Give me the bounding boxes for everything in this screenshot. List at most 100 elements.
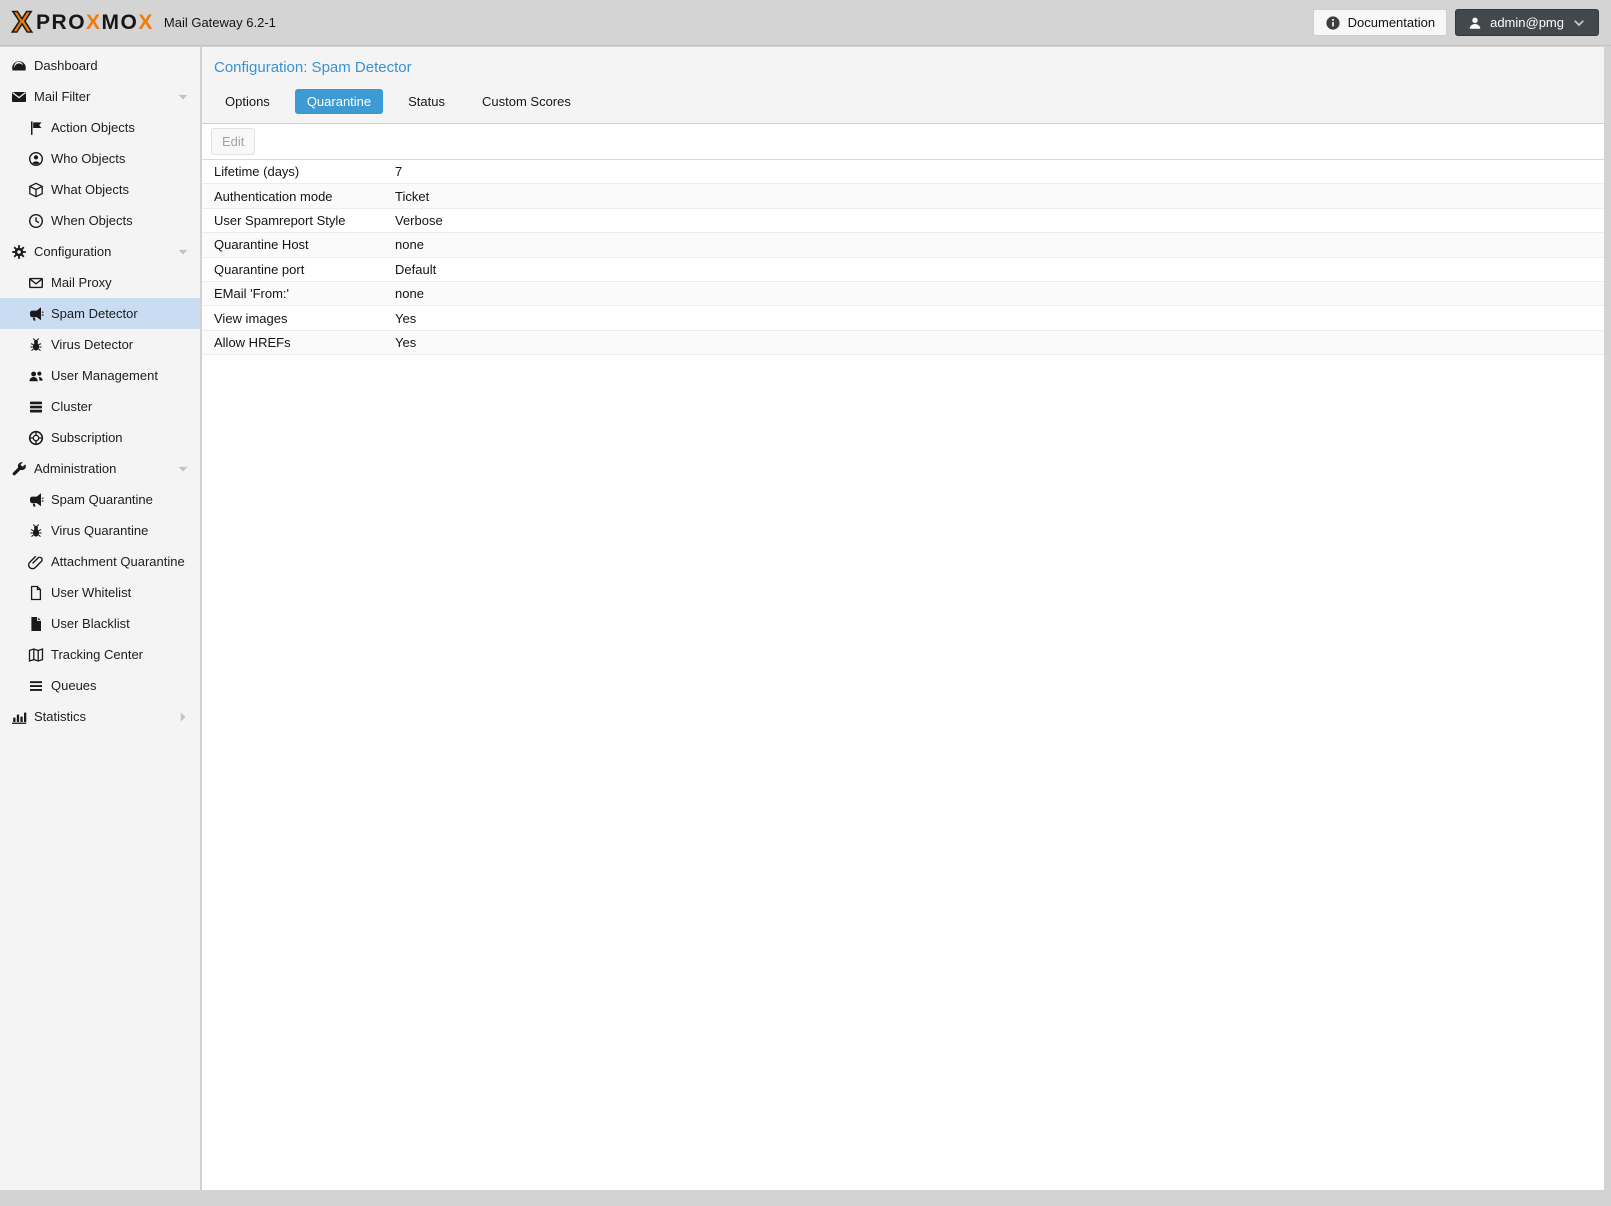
table-row[interactable]: EMail 'From:' none	[202, 281, 1604, 307]
sidebar-item-who-objects[interactable]: Who Objects	[0, 143, 200, 174]
bar-chart-icon	[11, 709, 27, 725]
sidebar-item-attachment-quarantine[interactable]: Attachment Quarantine	[0, 546, 200, 577]
dashboard-icon	[11, 58, 27, 74]
sidebar-item-cluster[interactable]: Cluster	[0, 391, 200, 422]
documentation-button[interactable]: Documentation	[1312, 9, 1448, 36]
sidebar-item-user-whitelist[interactable]: User Whitelist	[0, 577, 200, 608]
table-row[interactable]: Quarantine port Default	[202, 258, 1604, 282]
sidebar-item-spam-quarantine[interactable]: Spam Quarantine	[0, 484, 200, 515]
table-row[interactable]: Allow HREFs Yes	[202, 330, 1604, 356]
sidebar-item-label: What Objects	[51, 182, 130, 197]
sidebar-item-administration[interactable]: Administration	[0, 453, 200, 484]
sidebar-item-configuration[interactable]: Configuration	[0, 236, 200, 267]
sidebar-item-label: Cluster	[51, 399, 93, 414]
life-ring-icon	[28, 430, 44, 446]
collapse-arrow-icon[interactable]	[176, 245, 190, 259]
sidebar-item-label: Mail Proxy	[51, 275, 112, 290]
flag-icon	[28, 120, 44, 136]
bars-icon	[28, 678, 44, 694]
chevron-down-icon	[1571, 15, 1587, 31]
proxmox-wordmark: PROXMOX	[36, 11, 154, 35]
bullhorn-icon	[28, 306, 44, 322]
proxmox-x-icon: X	[11, 5, 33, 39]
sidebar-item-label: Who Objects	[51, 151, 126, 166]
expand-arrow-icon[interactable]	[176, 710, 190, 724]
setting-value: none	[395, 286, 424, 302]
user-menu-label: admin@pmg	[1490, 15, 1564, 30]
sidebar-item-label: Queues	[51, 678, 97, 693]
topbar-actions: Documentation admin@pmg	[1312, 9, 1599, 36]
envelope-outline-icon	[28, 275, 44, 291]
paperclip-icon	[28, 554, 44, 570]
tab-options[interactable]: Options	[213, 89, 282, 114]
wordmark-part: PRO	[36, 10, 87, 34]
file-outline-icon	[28, 585, 44, 601]
setting-label: View images	[214, 310, 288, 326]
tab-status[interactable]: Status	[396, 89, 457, 114]
sidebar-item-label: Dashboard	[34, 58, 98, 73]
collapse-arrow-icon[interactable]	[176, 462, 190, 476]
user-menu-button[interactable]: admin@pmg	[1455, 9, 1599, 36]
setting-label: Lifetime (days)	[214, 164, 300, 180]
sidebar-item-queues[interactable]: Queues	[0, 670, 200, 701]
table-row[interactable]: User Spamreport Style Verbose	[202, 209, 1604, 234]
map-icon	[28, 647, 44, 663]
sidebar-item-tracking-center[interactable]: Tracking Center	[0, 639, 200, 670]
top-bar: X PROXMOX Mail Gateway 6.2-1 Documentati…	[0, 0, 1611, 46]
table-row[interactable]: View images Yes	[202, 306, 1604, 331]
bullhorn-icon	[28, 492, 44, 508]
sidebar-item-label: User Blacklist	[51, 616, 130, 631]
collapse-arrow-icon[interactable]	[176, 90, 190, 104]
sidebar-item-user-blacklist[interactable]: User Blacklist	[0, 608, 200, 639]
sidebar-item-when-objects[interactable]: When Objects	[0, 205, 200, 236]
sidebar-item-dashboard[interactable]: Dashboard	[0, 50, 200, 81]
toolbar: Edit	[202, 124, 1604, 160]
sidebar-item-label: Action Objects	[51, 120, 135, 135]
sidebar-item-mail-proxy[interactable]: Mail Proxy	[0, 267, 200, 298]
product-version-label: Mail Gateway 6.2-1	[163, 15, 276, 30]
content-panel: Configuration: Spam Detector Options Qua…	[202, 47, 1604, 1190]
sidebar-item-statistics[interactable]: Statistics	[0, 701, 200, 732]
envelope-icon	[11, 89, 27, 105]
sidebar-item-user-management[interactable]: User Management	[0, 360, 200, 391]
sidebar-item-action-objects[interactable]: Action Objects	[0, 112, 200, 143]
sidebar-item-label: User Management	[51, 368, 158, 383]
sidebar-item-label: When Objects	[51, 213, 133, 228]
sidebar-item-label: Mail Filter	[34, 89, 91, 104]
sidebar-item-label: Administration	[34, 461, 117, 476]
user-icon	[1467, 15, 1483, 31]
sidebar-item-mail-filter[interactable]: Mail Filter	[0, 81, 200, 112]
sidebar-item-label: User Whitelist	[51, 585, 132, 600]
cube-icon	[28, 182, 44, 198]
sidebar-nav: Dashboard Mail Filter Action Objects Who…	[0, 47, 201, 1190]
sidebar-item-virus-detector[interactable]: Virus Detector	[0, 329, 200, 360]
tab-custom-scores[interactable]: Custom Scores	[470, 89, 583, 114]
sidebar-item-label: Virus Quarantine	[51, 523, 149, 538]
sidebar-item-spam-detector[interactable]: Spam Detector	[0, 298, 200, 329]
setting-label: EMail 'From:'	[214, 286, 290, 302]
setting-value: none	[395, 237, 424, 253]
wordmark-part: X	[86, 10, 102, 34]
page-title: Configuration: Spam Detector	[214, 59, 412, 76]
wrench-icon	[11, 461, 27, 477]
sidebar-item-subscription[interactable]: Subscription	[0, 422, 200, 453]
users-icon	[28, 368, 44, 384]
sidebar-item-label: Attachment Quarantine	[51, 554, 185, 569]
tab-bar: Options Quarantine Status Custom Scores	[213, 89, 1593, 114]
setting-label: Quarantine Host	[214, 237, 309, 253]
table-row[interactable]: Authentication mode Ticket	[202, 184, 1604, 209]
sidebar-item-label: Tracking Center	[51, 647, 143, 662]
table-row[interactable]: Lifetime (days) 7	[202, 160, 1604, 185]
sidebar-item-label: Configuration	[34, 244, 112, 259]
setting-value: Yes	[395, 310, 417, 326]
tab-quarantine[interactable]: Quarantine	[294, 89, 384, 114]
sidebar-item-what-objects[interactable]: What Objects	[0, 174, 200, 205]
gears-icon	[11, 244, 27, 260]
setting-label: Authentication mode	[214, 188, 333, 204]
panel-header: Configuration: Spam Detector Options Qua…	[202, 47, 1604, 124]
table-row[interactable]: Quarantine Host none	[202, 233, 1604, 258]
sidebar-item-virus-quarantine[interactable]: Virus Quarantine	[0, 515, 200, 546]
sidebar-item-label: Statistics	[34, 709, 87, 724]
info-icon	[1325, 15, 1341, 31]
edit-button[interactable]: Edit	[211, 128, 256, 155]
